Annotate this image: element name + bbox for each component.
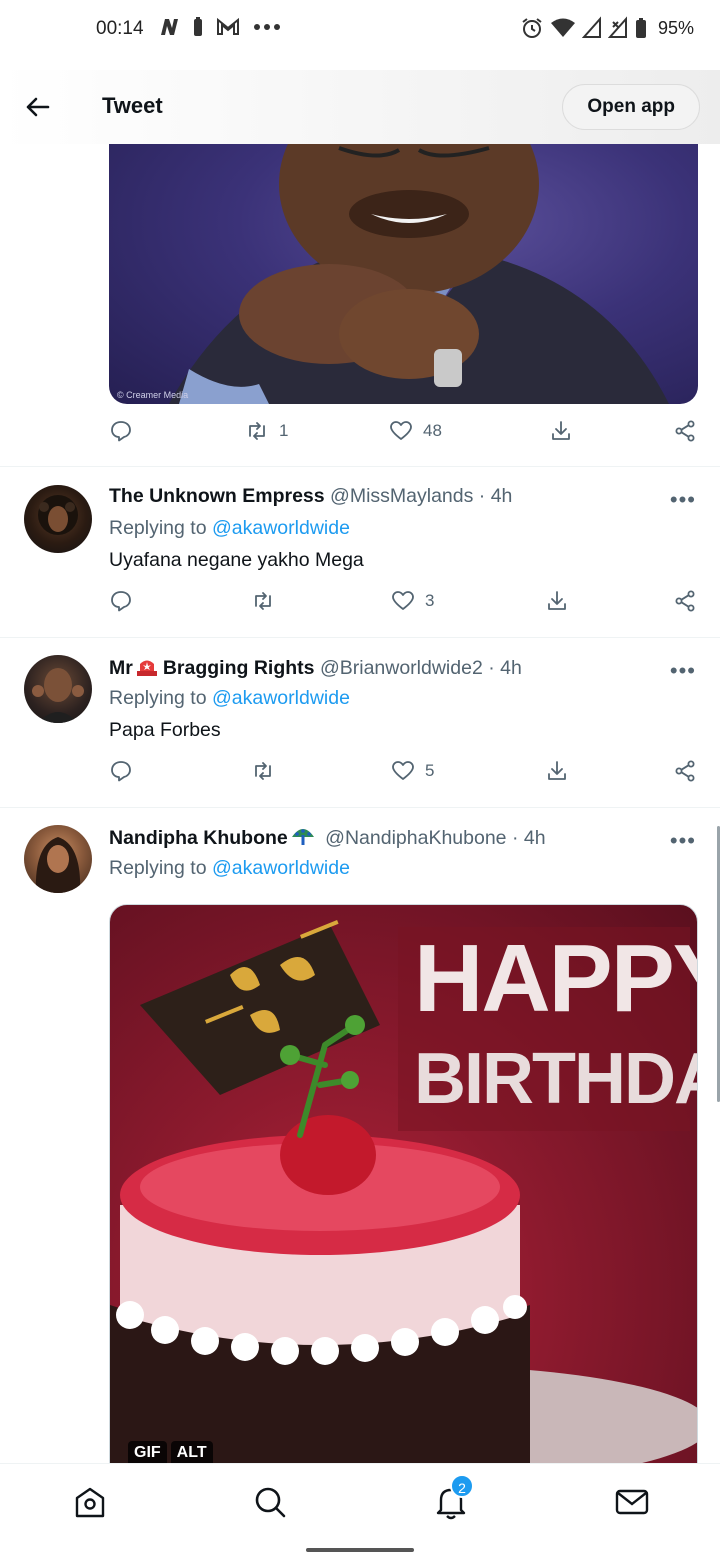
battery-small-icon (194, 17, 202, 36)
reply-tweet[interactable]: The Unknown Empress @MissMaylands · 4h •… (0, 467, 720, 637)
download-icon (548, 591, 566, 610)
news-app-icon (161, 19, 178, 35)
replying-to-label: Replying to (109, 687, 207, 709)
avatar[interactable] (24, 655, 92, 723)
retweet-button[interactable] (251, 759, 275, 783)
siren-emoji-icon (135, 655, 159, 677)
more-options-icon[interactable]: ••• (670, 828, 696, 854)
gif-caption-line1: HAPPY (414, 925, 697, 1032)
image-credit: © Creamer Media (117, 390, 189, 400)
gmail-icon (217, 17, 239, 35)
more-options-icon[interactable]: ••• (670, 487, 696, 513)
more-options-icon[interactable]: ••• (670, 658, 696, 684)
back-arrow-icon[interactable] (22, 92, 52, 122)
reply-actions: 3 (109, 589, 699, 623)
status-bar: 00:14 95% (0, 0, 720, 60)
share-icon (675, 760, 695, 782)
battery-icon (635, 18, 646, 38)
reply-actions: 5 (109, 759, 699, 793)
retweet-button[interactable] (251, 589, 275, 613)
signal-icon (581, 16, 601, 38)
replying-to-label: Replying to (109, 857, 207, 879)
like-count: 3 (425, 591, 435, 610)
replying-to-mention[interactable]: @akaworldwide (212, 687, 350, 709)
wifi-icon (550, 18, 575, 37)
retweet-icon (255, 592, 271, 610)
tweet-gif[interactable]: HAPPY BIRTHDAY GIF ALT (109, 904, 698, 1464)
like-button[interactable]: 5 (391, 759, 434, 783)
gif-caption-line2: BIRTHDAY (414, 1039, 697, 1119)
retweet-button[interactable]: 1 (245, 419, 288, 443)
more-notifications-icon (254, 24, 280, 30)
like-button[interactable]: 3 (391, 589, 434, 613)
heart-icon (392, 761, 414, 780)
download-button[interactable] (549, 419, 573, 443)
display-name[interactable]: Nandipha Khubone (109, 827, 288, 849)
reply-icon (111, 591, 131, 612)
share-icon (675, 590, 695, 612)
messages-envelope-icon[interactable] (612, 1482, 652, 1522)
tweet-text: Papa Forbes (109, 719, 221, 741)
like-button[interactable]: 48 (389, 419, 442, 443)
gesture-home-indicator[interactable] (306, 1548, 414, 1552)
display-name-prefix[interactable]: Mr (109, 657, 133, 679)
like-count: 5 (425, 761, 435, 780)
retweet-icon (249, 422, 265, 440)
retweet-count: 1 (279, 421, 289, 440)
share-button[interactable] (673, 589, 697, 613)
happy-birthday-overlay: HAPPY BIRTHDAY (398, 927, 697, 1131)
search-icon[interactable] (250, 1482, 290, 1522)
user-handle[interactable]: @Brianworldwide2 (320, 657, 483, 679)
notification-count-badge: 2 (450, 1474, 474, 1498)
alarm-icon (522, 18, 542, 38)
display-name[interactable]: Bragging Rights (163, 657, 315, 679)
reply-icon (111, 761, 131, 782)
status-time: 00:14 (96, 18, 144, 39)
heart-icon (392, 591, 414, 610)
reply-button[interactable] (109, 759, 133, 783)
retweet-icon (255, 762, 271, 780)
gif-badge: GIF (128, 1441, 167, 1463)
reply-tweet[interactable]: Mr Bragging Rights @Brianworldwide2 · 4h … (0, 638, 720, 808)
photo-illustration (169, 144, 669, 404)
replying-to-mention[interactable]: @akaworldwide (212, 857, 350, 879)
download-icon (552, 421, 570, 440)
signal-no-service-icon (607, 16, 627, 38)
download-button[interactable] (545, 589, 569, 613)
page-title: Tweet (102, 93, 163, 118)
tweet-time: · 4h (478, 485, 513, 507)
avatar[interactable] (24, 825, 92, 893)
user-handle[interactable]: @MissMaylands (330, 485, 473, 507)
home-icon[interactable] (70, 1482, 110, 1522)
heart-icon (390, 421, 412, 440)
share-icon (675, 420, 695, 442)
share-button[interactable] (673, 419, 697, 443)
user-handle[interactable]: @NandiphaKhubone (325, 827, 506, 849)
bottom-navigation: 2 (0, 1463, 720, 1539)
tweet-time: · 4h (488, 657, 522, 679)
main-tweet-actions: 1 48 (109, 419, 699, 453)
tweet-time: · 4h (511, 827, 546, 849)
tweet-text: Uyafana negane yakho Mega (109, 549, 364, 571)
battery-percent: 95% (657, 17, 694, 38)
download-button[interactable] (545, 759, 569, 783)
display-name[interactable]: The Unknown Empress (109, 485, 325, 507)
like-count: 48 (423, 421, 442, 440)
reply-icon (111, 421, 131, 442)
avatar[interactable] (24, 485, 92, 553)
tweet-media-image[interactable]: © Creamer Media (109, 144, 698, 404)
replying-to-mention[interactable]: @akaworldwide (212, 517, 350, 539)
download-icon (548, 761, 566, 780)
peacock-emoji-icon (290, 825, 316, 847)
alt-text-badge[interactable]: ALT (170, 1441, 213, 1463)
top-app-bar: Tweet Open app (0, 70, 720, 144)
share-button[interactable] (673, 759, 697, 783)
replying-to-label: Replying to (109, 517, 207, 539)
reply-button[interactable] (109, 419, 133, 443)
reply-button[interactable] (109, 589, 133, 613)
open-app-button[interactable]: Open app (562, 84, 700, 130)
